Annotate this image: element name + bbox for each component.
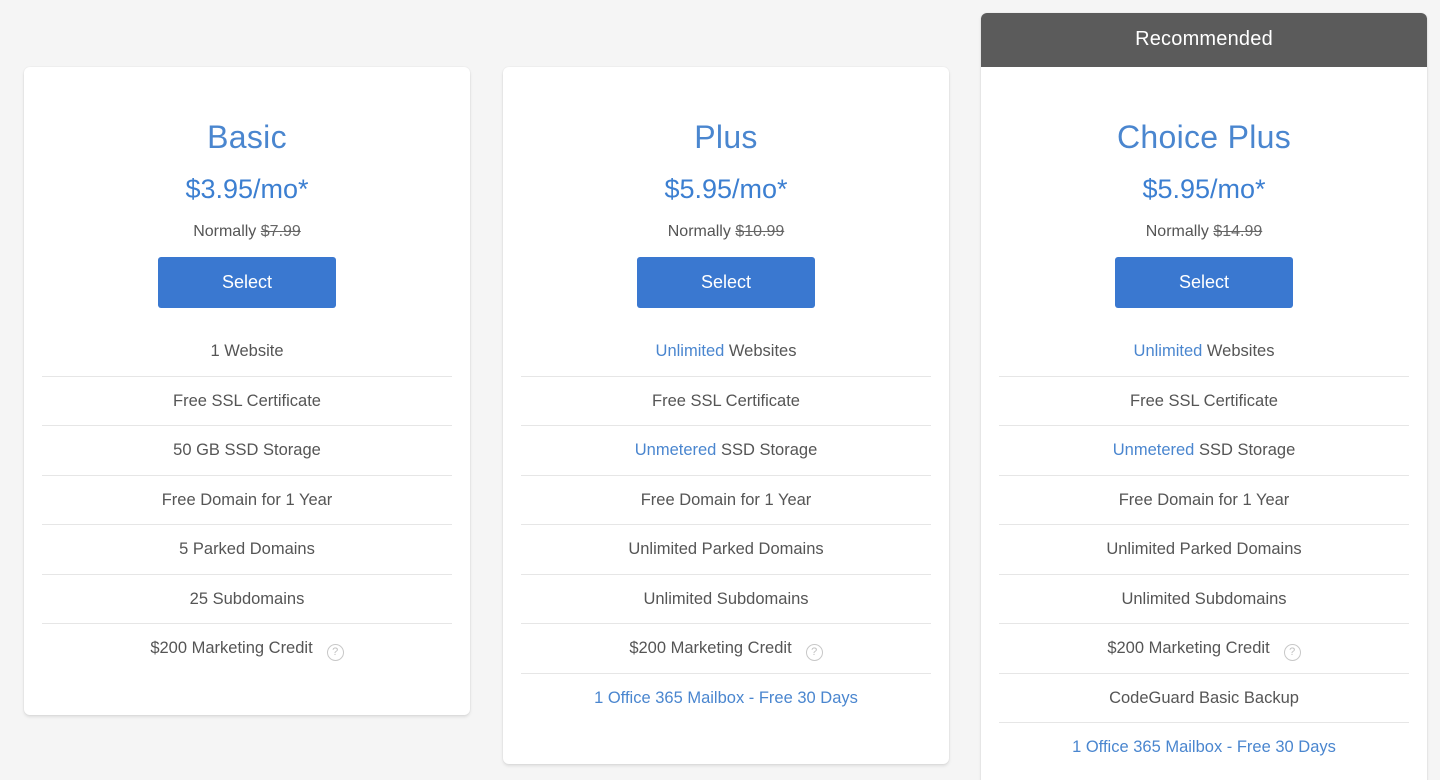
feature-item: Unlimited Websites (521, 327, 931, 377)
feature-item: $200 Marketing Credit? (42, 624, 452, 674)
feature-list: Unlimited Websites Free SSL Certificate Un… (521, 327, 931, 723)
normal-price: Normally $14.99 (981, 221, 1427, 243)
feature-text: 50 GB SSD Storage (173, 441, 321, 459)
feature-item: Free SSL Certificate (42, 377, 452, 427)
feature-item: Unlimited Websites (999, 327, 1409, 377)
feature-text: Websites (724, 342, 796, 360)
normally-label: Normally (1146, 223, 1209, 240)
feature-item: Free Domain for 1 Year (42, 476, 452, 526)
plan-card-basic: Basic $3.95/mo* Normally $7.99 Select 1 … (24, 67, 470, 715)
help-icon[interactable]: ? (806, 644, 823, 661)
normally-label: Normally (193, 223, 256, 240)
feature-text: 25 Subdomains (190, 590, 305, 608)
feature-highlight: Unmetered (635, 441, 717, 459)
feature-highlight: Unmetered (1113, 441, 1195, 459)
feature-text: Unlimited Subdomains (643, 590, 808, 608)
feature-item: Unlimited Parked Domains (521, 525, 931, 575)
plan-price: $5.95/mo* (503, 171, 949, 207)
feature-item: Free SSL Certificate (999, 377, 1409, 427)
feature-link[interactable]: 1 Office 365 Mailbox - Free 30 Days (521, 674, 931, 724)
feature-item: 1 Website (42, 327, 452, 377)
plan-body: Basic $3.95/mo* Normally $7.99 Select 1 … (24, 67, 470, 674)
feature-link-text[interactable]: 1 Office 365 Mailbox - Free 30 Days (594, 689, 858, 707)
feature-item: $200 Marketing Credit? (521, 624, 931, 674)
feature-text: Free SSL Certificate (173, 392, 321, 410)
feature-link[interactable]: 1 Office 365 Mailbox - Free 30 Days (999, 723, 1409, 773)
strikethrough-price: $7.99 (261, 223, 301, 240)
plan-card-plus: Plus $5.95/mo* Normally $10.99 Select Un… (503, 67, 949, 764)
plan-body: Plus $5.95/mo* Normally $10.99 Select Un… (503, 67, 949, 723)
plan-body: Choice Plus $5.95/mo* Normally $14.99 Se… (981, 67, 1427, 773)
feature-item: Free Domain for 1 Year (521, 476, 931, 526)
help-icon[interactable]: ? (1284, 644, 1301, 661)
recommended-banner: Recommended (981, 13, 1427, 67)
feature-text: Free Domain for 1 Year (162, 491, 333, 509)
feature-item: Free SSL Certificate (521, 377, 931, 427)
feature-list: Unlimited Websites Free SSL Certificate Un… (999, 327, 1409, 773)
plan-price: $5.95/mo* (981, 171, 1427, 207)
feature-text: Free Domain for 1 Year (1119, 491, 1290, 509)
feature-highlight: Unlimited (1134, 342, 1203, 360)
plan-name: Plus (503, 115, 949, 159)
feature-text: Free Domain for 1 Year (641, 491, 812, 509)
feature-item: Unlimited Parked Domains (999, 525, 1409, 575)
feature-item: Unlimited Subdomains (521, 575, 931, 625)
feature-text: Unlimited Parked Domains (628, 540, 823, 558)
plan-name: Choice Plus (981, 115, 1427, 159)
feature-text: 5 Parked Domains (179, 540, 315, 558)
feature-item: Unmetered SSD Storage (999, 426, 1409, 476)
feature-item: CodeGuard Basic Backup (999, 674, 1409, 724)
normally-label: Normally (668, 223, 731, 240)
feature-highlight: Unlimited (656, 342, 725, 360)
feature-text: $200 Marketing Credit (629, 639, 791, 657)
feature-item: 5 Parked Domains (42, 525, 452, 575)
feature-item: $200 Marketing Credit? (999, 624, 1409, 674)
feature-text: $200 Marketing Credit (1107, 639, 1269, 657)
feature-item: Free Domain for 1 Year (999, 476, 1409, 526)
feature-text: SSD Storage (716, 441, 817, 459)
feature-text: Free SSL Certificate (652, 392, 800, 410)
plan-price: $3.95/mo* (24, 171, 470, 207)
feature-text: CodeGuard Basic Backup (1109, 689, 1299, 707)
feature-item: 50 GB SSD Storage (42, 426, 452, 476)
pricing-page: Basic $3.95/mo* Normally $7.99 Select 1 … (0, 0, 1440, 780)
feature-text: Free SSL Certificate (1130, 392, 1278, 410)
feature-item: Unmetered SSD Storage (521, 426, 931, 476)
strikethrough-price: $10.99 (735, 223, 784, 240)
normal-price: Normally $10.99 (503, 221, 949, 243)
normal-price: Normally $7.99 (24, 221, 470, 243)
strikethrough-price: $14.99 (1213, 223, 1262, 240)
feature-text: Unlimited Parked Domains (1106, 540, 1301, 558)
feature-text: Unlimited Subdomains (1121, 590, 1286, 608)
plan-card-choice-plus: Recommended Choice Plus $5.95/mo* Normal… (981, 13, 1427, 780)
help-icon[interactable]: ? (327, 644, 344, 661)
plan-name: Basic (24, 115, 470, 159)
select-button[interactable]: Select (637, 257, 815, 308)
feature-item: Unlimited Subdomains (999, 575, 1409, 625)
feature-list: 1 Website Free SSL Certificate 50 GB SSD S… (42, 327, 452, 674)
feature-text: Websites (1202, 342, 1274, 360)
feature-text: SSD Storage (1194, 441, 1295, 459)
select-button[interactable]: Select (158, 257, 336, 308)
feature-link-text[interactable]: 1 Office 365 Mailbox - Free 30 Days (1072, 738, 1336, 756)
feature-text: 1 Website (210, 342, 283, 360)
feature-item: 25 Subdomains (42, 575, 452, 625)
feature-text: $200 Marketing Credit (150, 639, 312, 657)
select-button[interactable]: Select (1115, 257, 1293, 308)
